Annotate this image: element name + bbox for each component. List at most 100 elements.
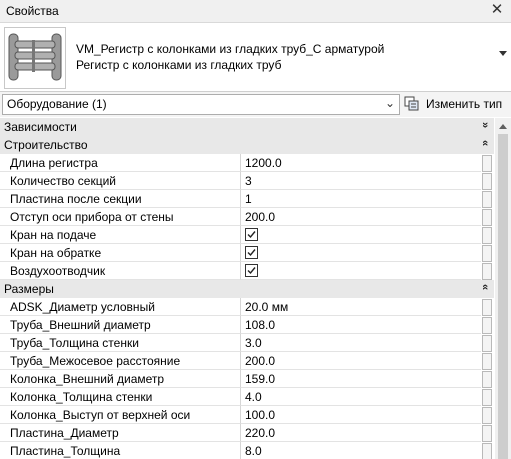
associate-parameter-button[interactable] — [482, 263, 492, 280]
section-header[interactable]: Размеры « — [0, 280, 494, 299]
property-value-cell[interactable]: 200.0 — [241, 208, 481, 226]
property-value-cell[interactable]: 3 — [241, 172, 481, 190]
section-header[interactable]: Зависимости » — [0, 118, 494, 137]
property-row: Пластина_Диаметр 220.0 — [0, 424, 494, 442]
property-name-cell: Кран на обратке — [0, 244, 241, 262]
property-value: 108.0 — [245, 318, 276, 332]
property-value: 100.0 — [245, 408, 276, 422]
section-title: Строительство — [4, 138, 88, 152]
section-header[interactable]: Строительство « — [0, 136, 494, 155]
property-value-cell[interactable]: 108.0 — [241, 316, 481, 334]
property-row: Количество секций 3 — [0, 172, 494, 190]
property-row: Труба_Внешний диаметр 108.0 — [0, 316, 494, 334]
property-name: Длина регистра — [10, 156, 98, 170]
scroll-up-icon[interactable] — [499, 124, 507, 129]
associate-parameter-button[interactable] — [482, 173, 492, 190]
edit-type-icon — [404, 96, 420, 112]
property-value: 159.0 — [245, 372, 276, 386]
associate-parameter-button[interactable] — [482, 191, 492, 208]
title-bar: Свойства ✕ — [0, 0, 511, 23]
type-selector[interactable]: VM_Регистр с колонками из гладких труб_С… — [0, 23, 511, 92]
property-value: 20.0 мм — [245, 300, 289, 314]
property-value-cell[interactable] — [241, 262, 481, 280]
property-name-cell: Колонка_Выступ от верхней оси — [0, 406, 241, 424]
category-filter-dropdown[interactable]: Оборудование (1) ⌄ — [2, 94, 400, 115]
property-name: Пластина_Диаметр — [10, 426, 119, 440]
property-name: Пластина_Толщина — [10, 444, 121, 458]
scrollbar-thumb[interactable] — [498, 134, 508, 459]
property-row: ADSK_Диаметр условный 20.0 мм — [0, 298, 494, 316]
property-name: Труба_Внешний диаметр — [10, 318, 151, 332]
associate-parameter-button[interactable] — [482, 209, 492, 226]
vertical-scrollbar[interactable] — [495, 118, 511, 459]
property-checkbox[interactable] — [245, 228, 258, 241]
property-row: Пластина_Толщина 8.0 — [0, 442, 494, 459]
property-value-cell[interactable]: 1200.0 — [241, 154, 481, 172]
type-dropdown-arrow-icon[interactable] — [499, 51, 507, 56]
associate-parameter-button[interactable] — [482, 227, 492, 244]
associate-parameter-button[interactable] — [482, 317, 492, 334]
collapse-icon[interactable]: « — [479, 284, 491, 290]
property-value-cell[interactable]: 20.0 мм — [241, 298, 481, 316]
associate-parameter-button[interactable] — [482, 353, 492, 370]
expand-icon[interactable]: » — [479, 122, 491, 128]
property-row: Колонка_Толщина стенки 4.0 — [0, 388, 494, 406]
associate-parameter-button[interactable] — [482, 425, 492, 442]
property-value-cell[interactable]: 4.0 — [241, 388, 481, 406]
collapse-icon[interactable]: « — [479, 140, 491, 146]
property-value: 200.0 — [245, 210, 276, 224]
property-name: Воздухоотводчик — [10, 264, 106, 278]
property-name-cell: Отступ оси прибора от стены — [0, 208, 241, 226]
property-name-cell: Длина регистра — [0, 154, 241, 172]
property-value: 3.0 — [245, 336, 262, 350]
category-filter-value: Оборудование (1) — [7, 97, 107, 111]
property-row: Колонка_Внешний диаметр 159.0 — [0, 370, 494, 388]
property-value-cell[interactable] — [241, 226, 481, 244]
property-value-cell[interactable] — [241, 244, 481, 262]
property-name-cell: Труба_Внешний диаметр — [0, 316, 241, 334]
property-name-cell: Колонка_Толщина стенки — [0, 388, 241, 406]
property-value: 3 — [245, 174, 252, 188]
associate-parameter-button[interactable] — [482, 443, 492, 459]
property-name-cell: Воздухоотводчик — [0, 262, 241, 280]
property-name-cell: Пластина после секции — [0, 190, 241, 208]
property-value-cell[interactable]: 100.0 — [241, 406, 481, 424]
close-icon[interactable]: ✕ — [489, 2, 505, 18]
associate-parameter-button[interactable] — [482, 335, 492, 352]
property-checkbox[interactable] — [245, 264, 258, 277]
property-row: Кран на обратке — [0, 244, 494, 262]
chevron-down-icon: ⌄ — [384, 96, 395, 110]
property-row: Отступ оси прибора от стены 200.0 — [0, 208, 494, 226]
property-value-cell[interactable]: 159.0 — [241, 370, 481, 388]
edit-type-button[interactable]: Изменить тип — [402, 94, 508, 114]
property-value-cell[interactable]: 1 — [241, 190, 481, 208]
associate-parameter-button[interactable] — [482, 407, 492, 424]
edit-type-label: Изменить тип — [426, 97, 503, 111]
family-thumbnail — [4, 27, 66, 89]
family-name: VM_Регистр с колонками из гладких труб_С… — [76, 42, 385, 56]
property-value: 1 — [245, 192, 252, 206]
associate-parameter-button[interactable] — [482, 389, 492, 406]
property-name: Отступ оси прибора от стены — [10, 210, 174, 224]
associate-parameter-button[interactable] — [482, 299, 492, 316]
property-value-cell[interactable]: 220.0 — [241, 424, 481, 442]
associate-parameter-button[interactable] — [482, 371, 492, 388]
property-name: Пластина после секции — [10, 192, 142, 206]
property-name-cell: Труба_Межосевое расстояние — [0, 352, 241, 370]
property-value: 8.0 — [245, 444, 262, 458]
associate-parameter-button[interactable] — [482, 155, 492, 172]
property-value-cell[interactable]: 8.0 — [241, 442, 481, 459]
property-name: Кран на обратке — [10, 246, 102, 260]
property-name: Кран на подаче — [10, 228, 97, 242]
property-name-cell: Количество секций — [0, 172, 241, 190]
associate-parameter-button[interactable] — [482, 245, 492, 262]
property-name-cell: Пластина_Диаметр — [0, 424, 241, 442]
property-row: Кран на подаче — [0, 226, 494, 244]
property-row: Воздухоотводчик — [0, 262, 494, 280]
property-value-cell[interactable]: 200.0 — [241, 352, 481, 370]
property-value-cell[interactable]: 3.0 — [241, 334, 481, 352]
property-name: ADSK_Диаметр условный — [10, 300, 155, 314]
property-name: Колонка_Толщина стенки — [10, 390, 153, 404]
section-title: Зависимости — [4, 120, 77, 134]
property-checkbox[interactable] — [245, 246, 258, 259]
